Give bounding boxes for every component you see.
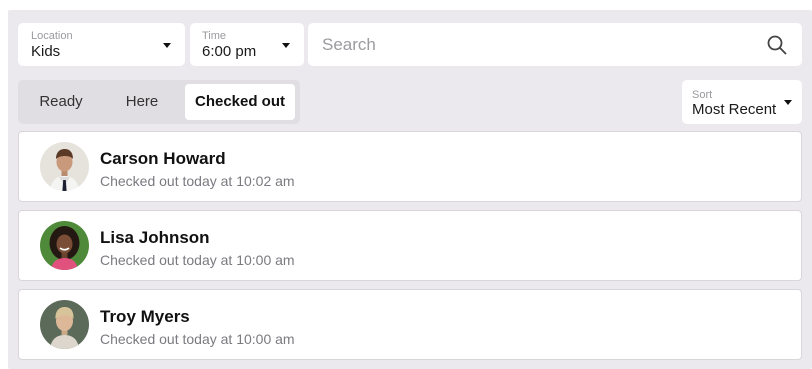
checkout-status: Checked out today at 10:02 am xyxy=(100,173,295,189)
caret-down-icon xyxy=(282,43,290,48)
list-item[interactable]: Carson Howard Checked out today at 10:02… xyxy=(18,131,802,202)
avatar xyxy=(40,221,89,270)
tab-here[interactable]: Here xyxy=(104,84,180,120)
tab-checked-out[interactable]: Checked out xyxy=(185,84,295,120)
search-placeholder: Search xyxy=(322,35,376,54)
tab-ready[interactable]: Ready xyxy=(22,84,100,120)
avatar xyxy=(40,142,89,191)
time-select-value: 6:00 pm xyxy=(202,43,257,60)
sort-select-label: Sort xyxy=(692,89,713,101)
sort-select[interactable]: Sort Most Recent xyxy=(682,80,802,124)
location-select-value: Kids xyxy=(31,43,61,60)
list-item[interactable]: Lisa Johnson Checked out today at 10:00 … xyxy=(18,210,802,281)
time-select[interactable]: Time 6:00 pm xyxy=(190,23,304,66)
location-select-label: Location xyxy=(31,30,73,42)
person-name: Lisa Johnson xyxy=(100,228,210,247)
time-select-label: Time xyxy=(202,30,227,42)
list-item[interactable]: Troy Myers Checked out today at 10:00 am xyxy=(18,289,802,360)
sort-select-value: Most Recent xyxy=(692,101,777,118)
checkout-status: Checked out today at 10:00 am xyxy=(100,331,295,347)
status-tabs: Ready Here Checked out xyxy=(18,80,300,124)
caret-down-icon xyxy=(784,100,792,105)
person-name: Troy Myers xyxy=(100,307,190,326)
search-input[interactable]: Search xyxy=(308,23,802,66)
caret-down-icon xyxy=(163,43,171,48)
avatar xyxy=(40,300,89,349)
search-icon[interactable] xyxy=(766,34,788,56)
checkout-status: Checked out today at 10:00 am xyxy=(100,252,295,268)
person-name: Carson Howard xyxy=(100,149,226,168)
location-select[interactable]: Location Kids xyxy=(18,23,185,66)
